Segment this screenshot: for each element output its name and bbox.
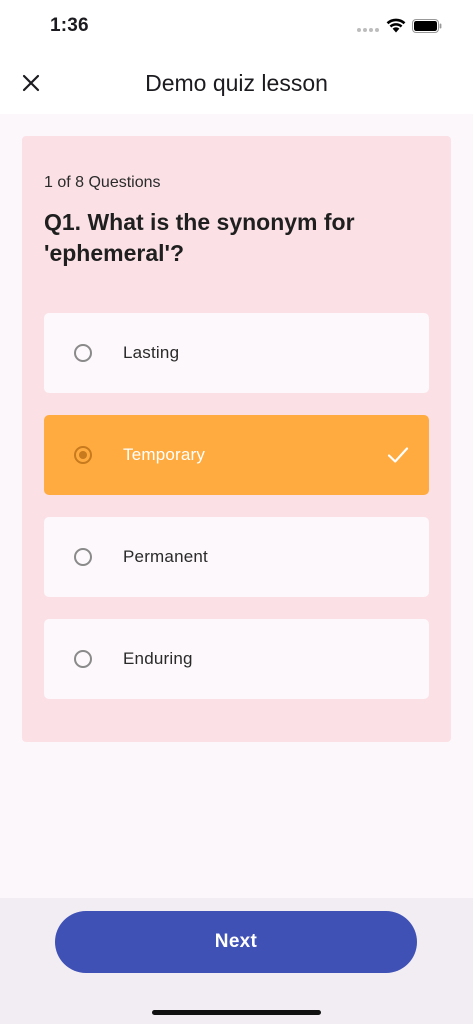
question-text: Q1. What is the synonym for 'ephemeral'? <box>44 209 355 266</box>
option-lasting[interactable]: Lasting <box>44 313 429 393</box>
option-temporary[interactable]: Temporary <box>44 415 429 495</box>
radio-icon <box>74 548 92 566</box>
radio-icon <box>74 344 92 362</box>
option-label: Enduring <box>123 649 193 668</box>
bottom-bar: Next <box>0 898 473 1024</box>
check-icon <box>387 447 409 463</box>
radio-icon <box>74 650 92 668</box>
quiz-card: 1 of 8 Questions Q1. What is the synonym… <box>22 136 451 742</box>
header: Demo quiz lesson <box>0 52 473 114</box>
home-indicator <box>152 1010 321 1015</box>
option-label: Lasting <box>123 343 180 362</box>
wifi-icon <box>386 18 406 33</box>
option-label: Permanent <box>123 547 208 566</box>
option-enduring[interactable]: Enduring <box>44 619 429 699</box>
option-label: Temporary <box>123 445 206 464</box>
page-title: Demo quiz lesson <box>145 70 328 96</box>
option-permanent[interactable]: Permanent <box>44 517 429 597</box>
status-time: 1:36 <box>50 15 89 36</box>
status-bar: 1:36 <box>0 0 473 52</box>
battery-icon <box>412 19 442 33</box>
next-button[interactable]: Next <box>55 911 417 973</box>
quiz-screen: 1:36 Demo quiz lesson 1 of 8 Questions Q… <box>0 0 473 1024</box>
cellular-signal-icon <box>357 28 379 32</box>
radio-selected-icon <box>74 446 92 464</box>
question-progress: 1 of 8 Questions <box>44 174 161 191</box>
